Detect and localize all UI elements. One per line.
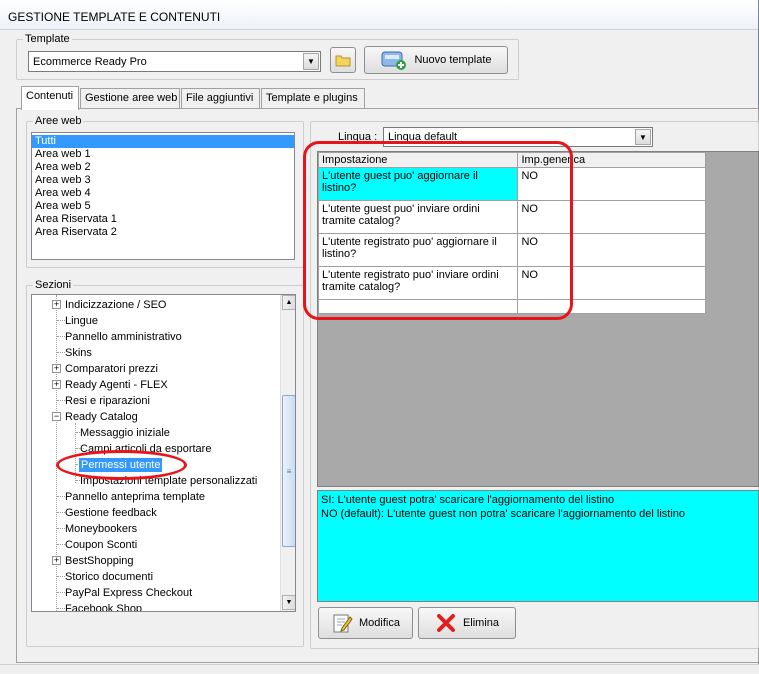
annotation-ellipse <box>56 450 187 480</box>
new-template-button[interactable]: Nuovo template <box>364 46 508 74</box>
description-line: NO (default): L'utente guest non potra' … <box>321 508 686 520</box>
description-line: SI: L'utente guest potra' scaricare l'ag… <box>321 494 615 506</box>
list-item[interactable]: Area Riservata 1 <box>32 213 294 226</box>
collapse-icon[interactable]: − <box>52 412 61 421</box>
list-item[interactable]: Area web 4 <box>32 187 294 200</box>
scroll-thumb[interactable]: ≡ <box>282 395 295 547</box>
tree-item[interactable]: Ready Agenti - FLEX <box>65 377 168 393</box>
tab-template-plugins[interactable]: Template e plugins <box>261 88 365 108</box>
tree-item[interactable]: Indicizzazione / SEO <box>65 297 167 313</box>
scroll-down-icon[interactable]: ▼ <box>282 595 295 610</box>
template-group-label: Template <box>23 33 72 45</box>
tree-item[interactable]: Coupon Sconti <box>65 537 137 553</box>
template-select-value: Ecommerce Ready Pro <box>33 56 147 68</box>
tree-item[interactable]: Pannello anteprima template <box>65 489 205 505</box>
edit-icon <box>333 614 353 633</box>
tree-item[interactable]: Ready Catalog <box>65 409 138 425</box>
list-item[interactable]: Tutti <box>32 135 294 148</box>
tree-item[interactable]: Moneybookers <box>65 521 137 537</box>
list-item[interactable]: Area web 1 <box>32 148 294 161</box>
window-title: GESTIONE TEMPLATE E CONTENUTI <box>8 10 221 24</box>
tree-item[interactable]: Storico documenti <box>65 569 153 585</box>
sezioni-label: Sezioni <box>33 279 74 291</box>
open-folder-button[interactable] <box>330 47 356 73</box>
list-item[interactable]: Area web 2 <box>32 161 294 174</box>
expand-icon[interactable]: + <box>52 380 61 389</box>
tree-scrollbar[interactable]: ▲ ≡ ▼ <box>280 295 295 611</box>
status-strip <box>0 664 759 674</box>
list-item[interactable]: Area web 3 <box>32 174 294 187</box>
delete-icon <box>436 614 455 632</box>
tree-item[interactable]: Lingue <box>65 313 98 329</box>
list-item[interactable]: Area Riservata 2 <box>32 226 294 239</box>
aree-web-list[interactable]: Tutti Area web 1 Area web 2 Area web 3 A… <box>31 132 295 260</box>
expand-icon[interactable]: + <box>52 300 61 309</box>
tree-item[interactable]: Comparatori prezzi <box>65 361 158 377</box>
annotation-rectangle <box>303 141 573 320</box>
modifica-button[interactable]: Modifica <box>318 607 413 639</box>
title-bar: GESTIONE TEMPLATE E CONTENUTI <box>0 0 759 30</box>
expand-icon[interactable]: + <box>52 364 61 373</box>
tree-item[interactable]: BestShopping <box>65 553 134 569</box>
template-select[interactable]: Ecommerce Ready Pro ▼ <box>28 51 321 72</box>
new-template-label: Nuovo template <box>414 54 492 66</box>
description-panel: SI: L'utente guest potra' scaricare l'ag… <box>317 490 759 602</box>
aree-web-label: Aree web <box>33 115 84 127</box>
expand-icon[interactable]: + <box>52 556 61 565</box>
tree-item[interactable]: Gestione feedback <box>65 505 157 521</box>
elimina-button[interactable]: Elimina <box>418 607 516 639</box>
modifica-label: Modifica <box>359 617 400 629</box>
tree-item[interactable]: Pannello amministrativo <box>65 329 182 345</box>
tree-item[interactable]: Resi e riparazioni <box>65 393 150 409</box>
new-template-icon <box>381 51 407 70</box>
tab-file-aggiuntivi[interactable]: File aggiuntivi <box>181 88 260 108</box>
list-item[interactable]: Area web 5 <box>32 200 294 213</box>
elimina-label: Elimina <box>462 617 500 629</box>
scroll-up-icon[interactable]: ▲ <box>282 295 295 310</box>
tab-gestione-aree-web[interactable]: Gestione aree web <box>80 88 180 108</box>
tree-item[interactable]: Skins <box>65 345 92 361</box>
tree-item[interactable]: Messaggio iniziale <box>80 425 170 441</box>
tab-contenuti[interactable]: Contenuti <box>21 86 79 110</box>
chevron-down-icon[interactable]: ▼ <box>635 129 651 145</box>
tree-item[interactable]: PayPal Express Checkout <box>65 585 192 601</box>
tree-item[interactable]: Facebook Shop <box>65 601 142 611</box>
chevron-down-icon[interactable]: ▼ <box>303 53 319 70</box>
folder-icon <box>335 55 351 67</box>
